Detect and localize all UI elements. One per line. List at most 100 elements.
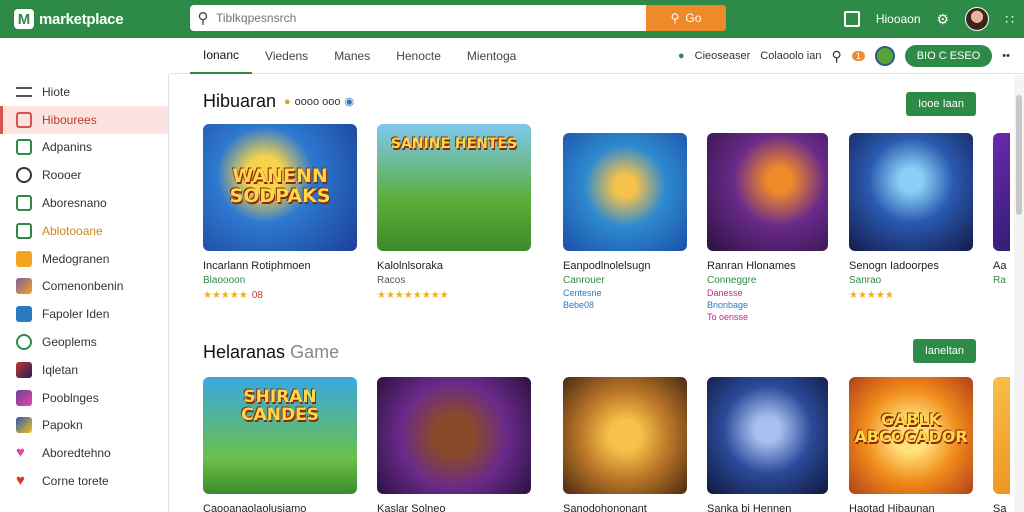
game-title[interactable]: Eanpodlnolelsugn [563,260,687,272]
section-1-badges: ● oooo ooo ◉ [284,95,355,109]
game-title[interactable]: Senogn Iadoorpes [849,260,973,272]
game-subtitle: Ra [993,275,1006,286]
game-thumbnail[interactable] [993,377,1010,494]
rating-stars-glyphs: ★★★★★ [849,290,894,301]
avatar[interactable] [965,7,990,31]
search-bar: ⚲ ⚲ Go [190,5,726,31]
game-title[interactable]: Sanodohononant [563,503,687,512]
notification-icon[interactable]: ⚙ [937,11,950,28]
game-card[interactable]: GABLK ABCOCADOR Haotad Hibaunan [849,377,973,512]
game-card[interactable]: Sanka bi Hennen [707,377,828,512]
game-thumbnail[interactable]: SHIRAN CANDES [203,377,357,494]
game-thumbnail[interactable] [377,377,531,494]
menu-grid-icon[interactable]: ∷ [1005,11,1014,28]
sidebar-item-9[interactable]: Geoplems [0,328,168,356]
nav-right-label-1[interactable]: Cieoseaser [695,50,751,62]
search-button-label: Go [685,11,702,25]
nav-right-label-2[interactable]: Colaoolo ian [760,50,821,62]
game-art-text: SHIRAN CANDES [241,386,319,425]
sidebar-item-13[interactable]: ♥ Aboredtehno [0,439,168,467]
nav-tab-2[interactable]: Manes [321,38,383,74]
game-title[interactable]: Sa [993,503,1010,512]
game-card[interactable]: Eanpodlnolelsugn Canrouer Centesne Bebe0… [563,133,687,310]
game-card[interactable]: Aa Ra [993,133,1010,286]
leaf-icon: ● [677,50,685,62]
sidebar-item-7[interactable]: Comenonbenin [0,273,168,301]
nav-tab-0[interactable]: Ionanc [190,38,253,74]
game-title[interactable]: Kaslar Solneo [377,503,531,512]
game-card[interactable]: WANENN SODPAKS Incarlann Rotiphmoen Blao… [203,124,357,301]
logo[interactable]: M marketplace [14,9,184,29]
sidebar-item-0[interactable]: Hiote [0,78,168,106]
search-icon-small[interactable]: ⚲ [831,48,841,65]
sidebar: Hiote Hibourees Adpanins Roooer Aboresna… [0,74,169,512]
game-card[interactable]: Sa [993,377,1010,512]
section-2-title-light: Game [290,342,340,362]
section-1-badge-text: oooo ooo [294,95,341,108]
game-title[interactable]: Ranran Hlonames [707,260,828,272]
section-1-see-all-button[interactable]: Iooe Iaan [906,92,976,116]
game-thumbnail[interactable] [993,133,1010,251]
folder-icon [16,111,32,128]
game-title[interactable]: Aa [993,260,1010,272]
game-title[interactable]: Sanka bi Hennen [707,503,828,512]
game-thumbnail[interactable]: WANENN SODPAKS [203,124,357,251]
game-thumbnail[interactable] [707,377,828,494]
section-2-see-all-button[interactable]: Ianeltan [912,339,976,363]
game-card[interactable]: SHIRAN CANDES Caooanaolaolusiamo [203,377,357,512]
wallet-label: BIO C ESEO [916,50,981,62]
sidebar-item-1[interactable]: Hibourees [0,105,168,134]
nav-tab-4[interactable]: Mientoga [454,38,529,74]
game-thumbnail[interactable] [563,377,687,494]
sidebar-item-5[interactable]: Ablotooane [0,217,168,245]
nav-tab-1[interactable]: Viedens [252,38,321,74]
game-subtitle: Canrouer [563,275,605,286]
menu-icon [16,86,32,97]
game-thumbnail[interactable] [707,133,828,251]
sidebar-item-11[interactable]: Pooblnges [0,384,168,412]
account-label[interactable]: Hiooaon [876,12,921,26]
game-card[interactable]: SANINE HENTES Kalolnlsoraka Racos ★★★★★★… [377,124,531,301]
game-thumbnail[interactable]: GABLK ABCOCADOR [849,377,973,494]
game-title[interactable]: Incarlann Rotiphmoen [203,260,357,272]
game-card[interactable]: Senogn Iadoorpes Sanrao ★★★★★ [849,133,973,301]
scrollbar-thumb[interactable] [1016,95,1022,215]
game-meta: Centesne [563,288,602,298]
game-subtitle: Racos [377,275,406,286]
sidebar-item-12[interactable]: Papokn [0,412,168,440]
heart-icon: ♥ [16,444,25,462]
search-button[interactable]: ⚲ Go [646,5,726,31]
nav-tab-3[interactable]: Henocte [383,38,454,74]
globe-icon [16,334,32,351]
game-thumbnail[interactable]: SANINE HENTES [377,124,531,251]
wallet-button[interactable]: BIO C ESEO [904,45,993,67]
game-thumb-icon [16,389,32,406]
game-title[interactable]: Caooanaolaolusiamo [203,503,357,512]
search-input[interactable] [216,11,636,25]
sidebar-item-label: Iqletan [42,362,79,377]
notification-badge[interactable]: 1 [851,51,865,61]
logo-icon: M [14,9,34,29]
info-icon: ◉ [344,96,355,108]
sidebar-item-10[interactable]: Iqletan [0,356,168,384]
section-1-title: Hibuaran [203,91,277,111]
cart-icon[interactable] [843,11,860,27]
sidebar-item-label: Fapoler Iden [42,307,110,322]
game-title[interactable]: Haotad Hibaunan [849,503,973,512]
more-icon[interactable]: •• [1002,50,1010,62]
main-content: Hibuaran ● oooo ooo ◉ Iooe Iaan WANENN S… [170,75,1010,512]
sidebar-item-6[interactable]: Medogranen [0,245,168,273]
game-thumbnail[interactable] [563,133,687,251]
sidebar-item-2[interactable]: Adpanins [0,134,168,162]
game-title[interactable]: Kalolnlsoraka [377,260,531,272]
sidebar-item-4[interactable]: Aboresnano [0,189,168,217]
game-thumbnail[interactable] [849,133,973,251]
sidebar-item-8[interactable]: Fapoler Iden [0,300,168,328]
game-card[interactable]: Kaslar Solneo [377,377,531,512]
sidebar-item-14[interactable]: ♥ Corne torete [0,467,168,495]
game-card[interactable]: Sanodohononant [563,377,687,512]
search-button-icon: ⚲ [670,11,680,25]
sidebar-item-3[interactable]: Roooer [0,161,168,189]
vertical-scrollbar[interactable] [1014,75,1024,512]
game-card[interactable]: Ranran Hlonames Conneggre Danesse Bnonba… [707,133,828,322]
